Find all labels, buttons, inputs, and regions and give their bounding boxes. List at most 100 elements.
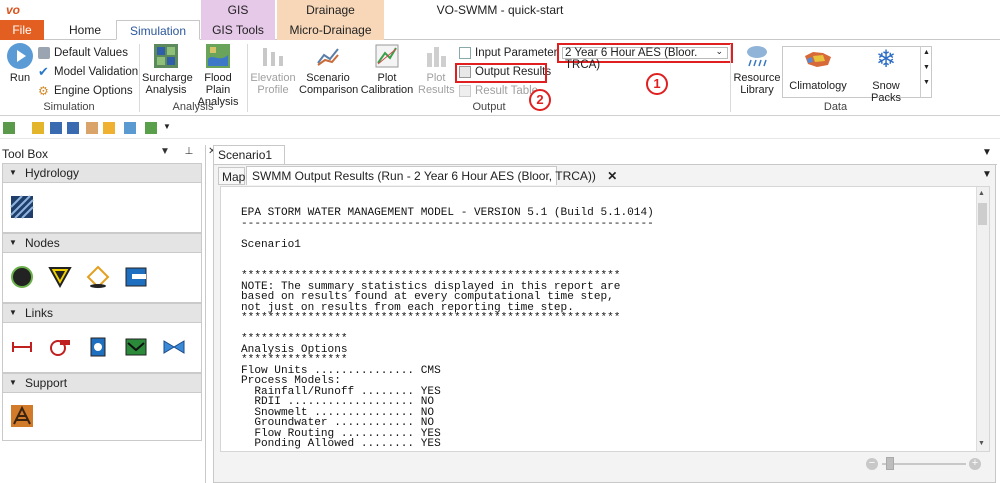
report-line: ****************************************…	[241, 312, 621, 324]
engine-options-button[interactable]: ⚙ Engine Options	[38, 84, 133, 101]
window-icon[interactable]	[124, 122, 136, 134]
report-line: RDII ................... NO	[241, 396, 435, 408]
divider-icon[interactable]	[86, 265, 110, 289]
resource-library-button[interactable]: Resource Library	[733, 43, 781, 96]
zoom-slider-thumb[interactable]	[886, 457, 894, 470]
toolbox-title: Tool Box	[2, 147, 49, 161]
report-line: ****************************************…	[241, 270, 621, 282]
save-icon[interactable]	[50, 122, 62, 134]
gallery-scroll[interactable]: ▲ ▼ ▼	[920, 46, 932, 98]
tab-scenario1[interactable]: Scenario1 ✕	[213, 145, 285, 176]
tab-output-results[interactable]: SWMM Output Results (Run - 2 Year 6 Hour…	[246, 166, 617, 185]
report-line: Scenario1	[241, 238, 301, 251]
report-viewer[interactable]: EPA STORM WATER MANAGEMENT MODEL - VERSI…	[220, 186, 990, 452]
results-bars-icon	[423, 43, 449, 69]
map-label-icon[interactable]	[10, 404, 34, 428]
outlet-icon[interactable]	[162, 335, 186, 359]
report-line: Groundwater ............ NO	[241, 417, 435, 429]
zoom-slider[interactable]	[882, 463, 966, 465]
rain-cloud-icon	[744, 43, 770, 69]
report-line: Ponding Allowed ........ YES	[241, 438, 441, 450]
calibration-chart-icon	[374, 43, 400, 69]
flood-map-icon	[205, 43, 231, 69]
elevation-profile-icon	[260, 43, 286, 69]
input-parameters-button[interactable]: Input Parameters	[459, 46, 563, 63]
flood-plain-analysis-button[interactable]: Flood Plain Analysis	[192, 43, 244, 108]
data-group-label: Data	[823, 101, 848, 113]
checkmark-icon: ✔	[38, 63, 49, 79]
tab-micro-drainage[interactable]: Micro-Drainage	[277, 20, 384, 40]
run-button[interactable]: Run	[6, 43, 34, 84]
zoom-out-icon[interactable]: −	[866, 458, 878, 470]
document-menu-icon[interactable]: ▼	[982, 147, 992, 158]
tab-simulation[interactable]: Simulation	[116, 20, 200, 40]
comparison-icon	[315, 43, 341, 69]
new-icon[interactable]	[3, 122, 15, 134]
elevation-profile-button[interactable]: Elevation Profile	[250, 43, 296, 96]
toolbox-section-links[interactable]: Links	[2, 303, 202, 323]
document-icon	[459, 46, 471, 59]
customize-dropdown-icon[interactable]: ▼	[163, 122, 175, 134]
conduit-icon[interactable]	[10, 335, 34, 359]
output-group-label: Output	[472, 101, 506, 113]
surcharge-grid-icon	[153, 43, 179, 69]
pump-icon[interactable]	[48, 335, 72, 359]
drainage-context-header: Drainage	[277, 0, 384, 20]
plot-results-button[interactable]: Plot Results	[418, 43, 455, 96]
report-line	[241, 250, 654, 261]
toolbox-section-support[interactable]: Support	[2, 373, 202, 393]
simulation-group-label: Simulation	[43, 101, 95, 113]
storage-unit-icon[interactable]	[124, 265, 148, 289]
analysis-group-label: Analysis	[172, 101, 214, 113]
tab-gis-tools[interactable]: GIS Tools	[201, 20, 275, 40]
results-menu-icon[interactable]: ▼	[982, 169, 992, 180]
play-icon	[7, 43, 33, 69]
tab-file[interactable]: File	[0, 20, 44, 40]
weir-icon[interactable]	[124, 335, 148, 359]
scroll-thumb[interactable]	[978, 203, 987, 225]
snow-packs-button[interactable]: ❄ Snow Packs	[856, 46, 916, 105]
defaults-icon	[38, 46, 50, 59]
tab-map[interactable]: Map	[218, 167, 245, 185]
scroll-up-icon[interactable]: ▲	[978, 190, 985, 197]
result-table-button[interactable]: Result Table	[459, 84, 538, 101]
report-line	[241, 229, 654, 240]
default-values-button[interactable]: Default Values	[38, 46, 128, 63]
annotation-1: 1	[646, 73, 668, 95]
vertical-scrollbar[interactable]	[976, 187, 989, 451]
tab-home[interactable]: Home	[56, 20, 114, 40]
climatology-button[interactable]: Climatology	[786, 48, 850, 92]
output-results-highlight	[455, 63, 547, 83]
snowflake-icon: ❄	[875, 46, 897, 73]
table-icon	[459, 84, 471, 97]
run-label: Run	[9, 72, 31, 84]
outfall-icon[interactable]	[48, 265, 72, 289]
gis-context-header: GIS	[201, 0, 275, 20]
model-validation-button[interactable]: ✔ Model Validation	[38, 65, 138, 82]
report-line: ****************	[241, 333, 348, 345]
surcharge-analysis-button[interactable]: Surcharge Analysis	[142, 43, 193, 96]
report-text: EPA STORM WATER MANAGEMENT MODEL - VERSI…	[241, 208, 654, 450]
subcatchment-icon[interactable]	[10, 195, 34, 219]
chevron-down-icon: ⌄	[715, 46, 723, 56]
report-line: ****************	[241, 354, 348, 366]
report-line: EPA STORM WATER MANAGEMENT MODEL - VERSI…	[241, 207, 654, 219]
zoom-in-icon[interactable]: +	[969, 458, 981, 470]
run-selector-dropdown[interactable]: 2 Year 6 Hour AES (Bloor. TRCA) ⌄	[557, 43, 733, 71]
scenario-comparison-button[interactable]: Scenario Comparison	[299, 43, 358, 96]
toolbox-section-hydrology[interactable]: Hydrology	[2, 163, 202, 183]
save-as-icon[interactable]	[67, 122, 79, 134]
junction-icon[interactable]	[10, 265, 34, 289]
plot-calibration-button[interactable]: Plot Calibration	[360, 43, 414, 96]
toolbox-section-nodes[interactable]: Nodes	[2, 233, 202, 253]
orifice-icon[interactable]	[86, 335, 110, 359]
gear-icon: ⚙	[38, 83, 49, 98]
pan-icon[interactable]	[86, 122, 98, 134]
scroll-down-icon[interactable]: ▼	[978, 440, 985, 447]
edit-icon[interactable]	[103, 122, 115, 134]
close-icon[interactable]: ✕	[607, 169, 617, 183]
open-icon[interactable]	[32, 122, 44, 134]
window-title: VO-SWMM - quick-start	[436, 3, 564, 17]
climate-map-icon	[803, 48, 833, 74]
recycle-icon[interactable]	[145, 122, 157, 134]
